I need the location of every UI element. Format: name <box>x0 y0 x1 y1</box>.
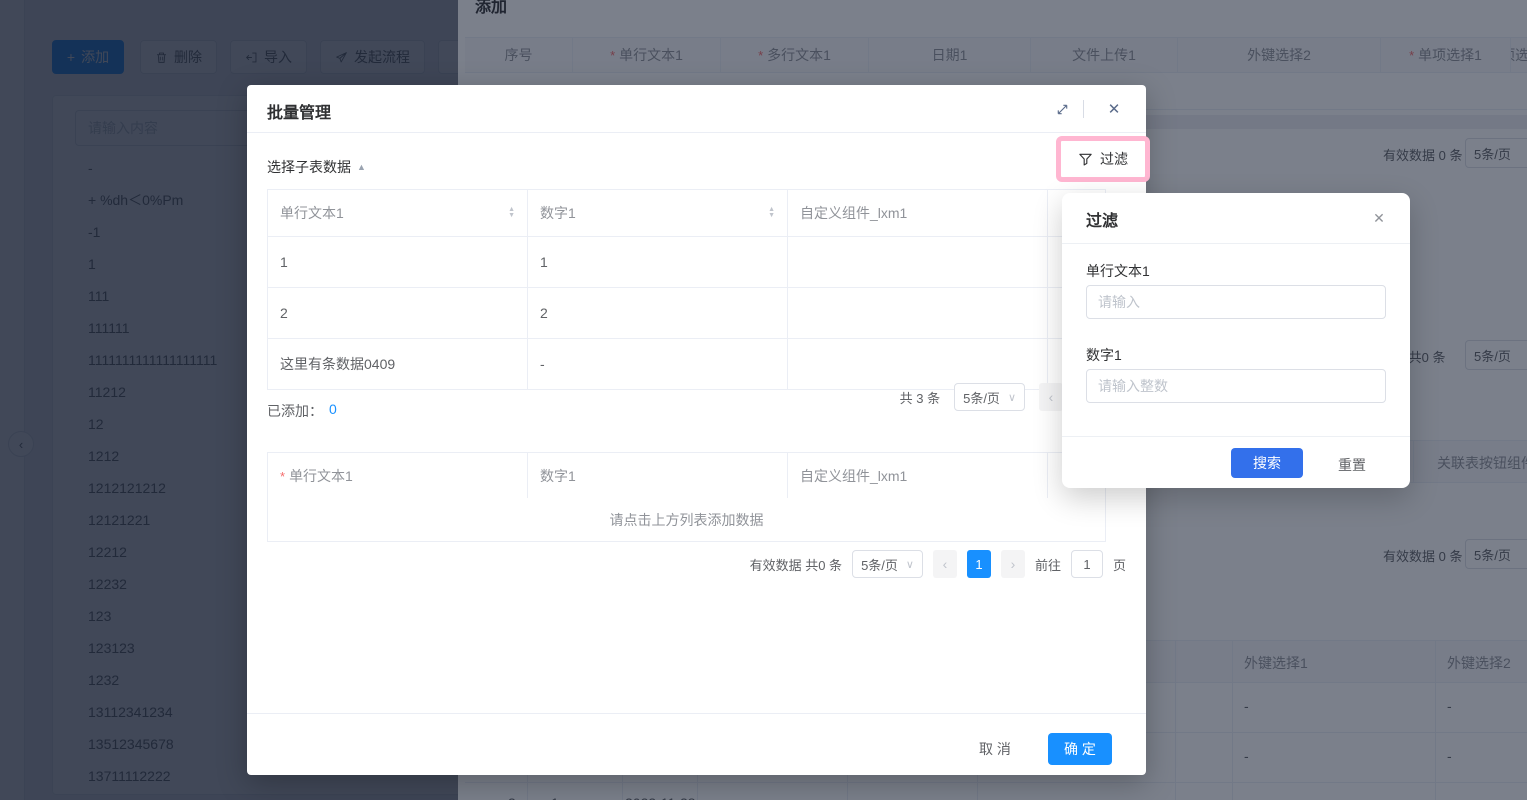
reset-button[interactable]: 重置 <box>1338 455 1366 475</box>
section-label-text: 选择子表数据 <box>267 157 351 177</box>
batch-manage-modal: 批量管理 ✕ 选择子表数据 ▲ 过滤 单行文本1▲▼ 数字1▲▼ 自定义组件_l… <box>247 85 1146 775</box>
table-row[interactable]: 1 1 <box>268 237 1105 288</box>
table-row[interactable]: 2 2 <box>268 288 1105 339</box>
chevron-down-icon: ∨ <box>906 558 914 571</box>
chevron-down-icon: ∨ <box>1008 391 1016 404</box>
close-icon: ✕ <box>1373 210 1385 227</box>
header-divider <box>1083 100 1084 118</box>
filter-close-button[interactable]: ✕ <box>1370 209 1388 227</box>
section-label[interactable]: 选择子表数据 ▲ <box>267 157 366 177</box>
filter-button-label: 过滤 <box>1100 149 1128 169</box>
filter-field2-label: 数字1 <box>1086 345 1122 365</box>
source-table-header: 单行文本1▲▼ 数字1▲▼ 自定义组件_lxm1 <box>268 190 1105 237</box>
empty-state: 请点击上方列表添加数据 <box>267 498 1106 542</box>
source-table-pagination: 共 3 条 5条/页∨ ‹ <box>677 383 1063 411</box>
column-number1: 数字1 <box>528 453 788 499</box>
close-icon: ✕ <box>1108 100 1121 118</box>
search-button[interactable]: 搜索 <box>1231 448 1303 478</box>
divider <box>1062 243 1410 244</box>
filter-text1-input[interactable] <box>1086 285 1386 319</box>
funnel-icon <box>1078 152 1093 167</box>
column-text1[interactable]: 单行文本1▲▼ <box>268 190 528 236</box>
prev-page-button[interactable]: ‹ <box>933 550 957 578</box>
target-table-pagination: 有效数据 共0 条 5条/页∨ ‹ 1 › 前往 页 <box>647 550 1126 578</box>
confirm-button[interactable]: 确 定 <box>1048 733 1112 765</box>
screen: ‹ + 添加 删除 导入 发起流程 - + %dh＜0%Pm -1 1 111 … <box>0 0 1527 800</box>
empty-state-text: 请点击上方列表添加数据 <box>610 510 764 530</box>
prev-page-button[interactable]: ‹ <box>1039 383 1063 411</box>
column-text1: *单行文本1 <box>268 453 528 499</box>
expand-button[interactable] <box>1053 100 1071 118</box>
total-count: 共 3 条 <box>900 388 940 407</box>
source-table: 单行文本1▲▼ 数字1▲▼ 自定义组件_lxm1 1 1 2 2 这里有条数据0… <box>267 189 1106 390</box>
filter-popover: 过滤 ✕ 单行文本1 数字1 搜索 重置 <box>1062 193 1410 488</box>
added-label: 已添加： <box>267 401 323 421</box>
divider <box>1062 436 1410 437</box>
filter-field1-label: 单行文本1 <box>1086 261 1150 281</box>
modal-header: 批量管理 ✕ <box>247 85 1146 133</box>
required-mark: * <box>280 469 285 484</box>
page-1-button[interactable]: 1 <box>967 550 991 578</box>
goto-page-input[interactable] <box>1071 550 1103 578</box>
filter-button[interactable]: 过滤 <box>1056 136 1150 182</box>
column-number1[interactable]: 数字1▲▼ <box>528 190 788 236</box>
modal-title: 批量管理 <box>267 99 331 123</box>
added-count-value: 0 <box>329 401 337 421</box>
caret-up-icon: ▲ <box>357 162 366 172</box>
page-size-select[interactable]: 5条/页∨ <box>954 383 1025 411</box>
modal-close-button[interactable]: ✕ <box>1105 100 1123 118</box>
page-size-select[interactable]: 5条/页∨ <box>852 550 923 578</box>
column-custom: 自定义组件_lxm1 <box>788 453 1048 499</box>
added-count: 已添加： 0 <box>267 401 337 421</box>
filter-number1-input[interactable] <box>1086 369 1386 403</box>
sort-icon[interactable]: ▲▼ <box>768 207 775 219</box>
page-suffix: 页 <box>1113 555 1126 574</box>
sort-icon[interactable]: ▲▼ <box>508 207 515 219</box>
valid-data-count: 有效数据 共0 条 <box>750 555 842 574</box>
target-table: *单行文本1 数字1 自定义组件_lxm1 <box>267 452 1106 500</box>
expand-icon <box>1055 102 1070 117</box>
goto-label: 前往 <box>1035 555 1061 574</box>
cancel-button[interactable]: 取 消 <box>962 733 1028 765</box>
column-custom: 自定义组件_lxm1 <box>788 190 1048 236</box>
target-table-header: *单行文本1 数字1 自定义组件_lxm1 <box>268 453 1105 500</box>
next-page-button[interactable]: › <box>1001 550 1025 578</box>
filter-popover-title: 过滤 <box>1086 207 1118 231</box>
